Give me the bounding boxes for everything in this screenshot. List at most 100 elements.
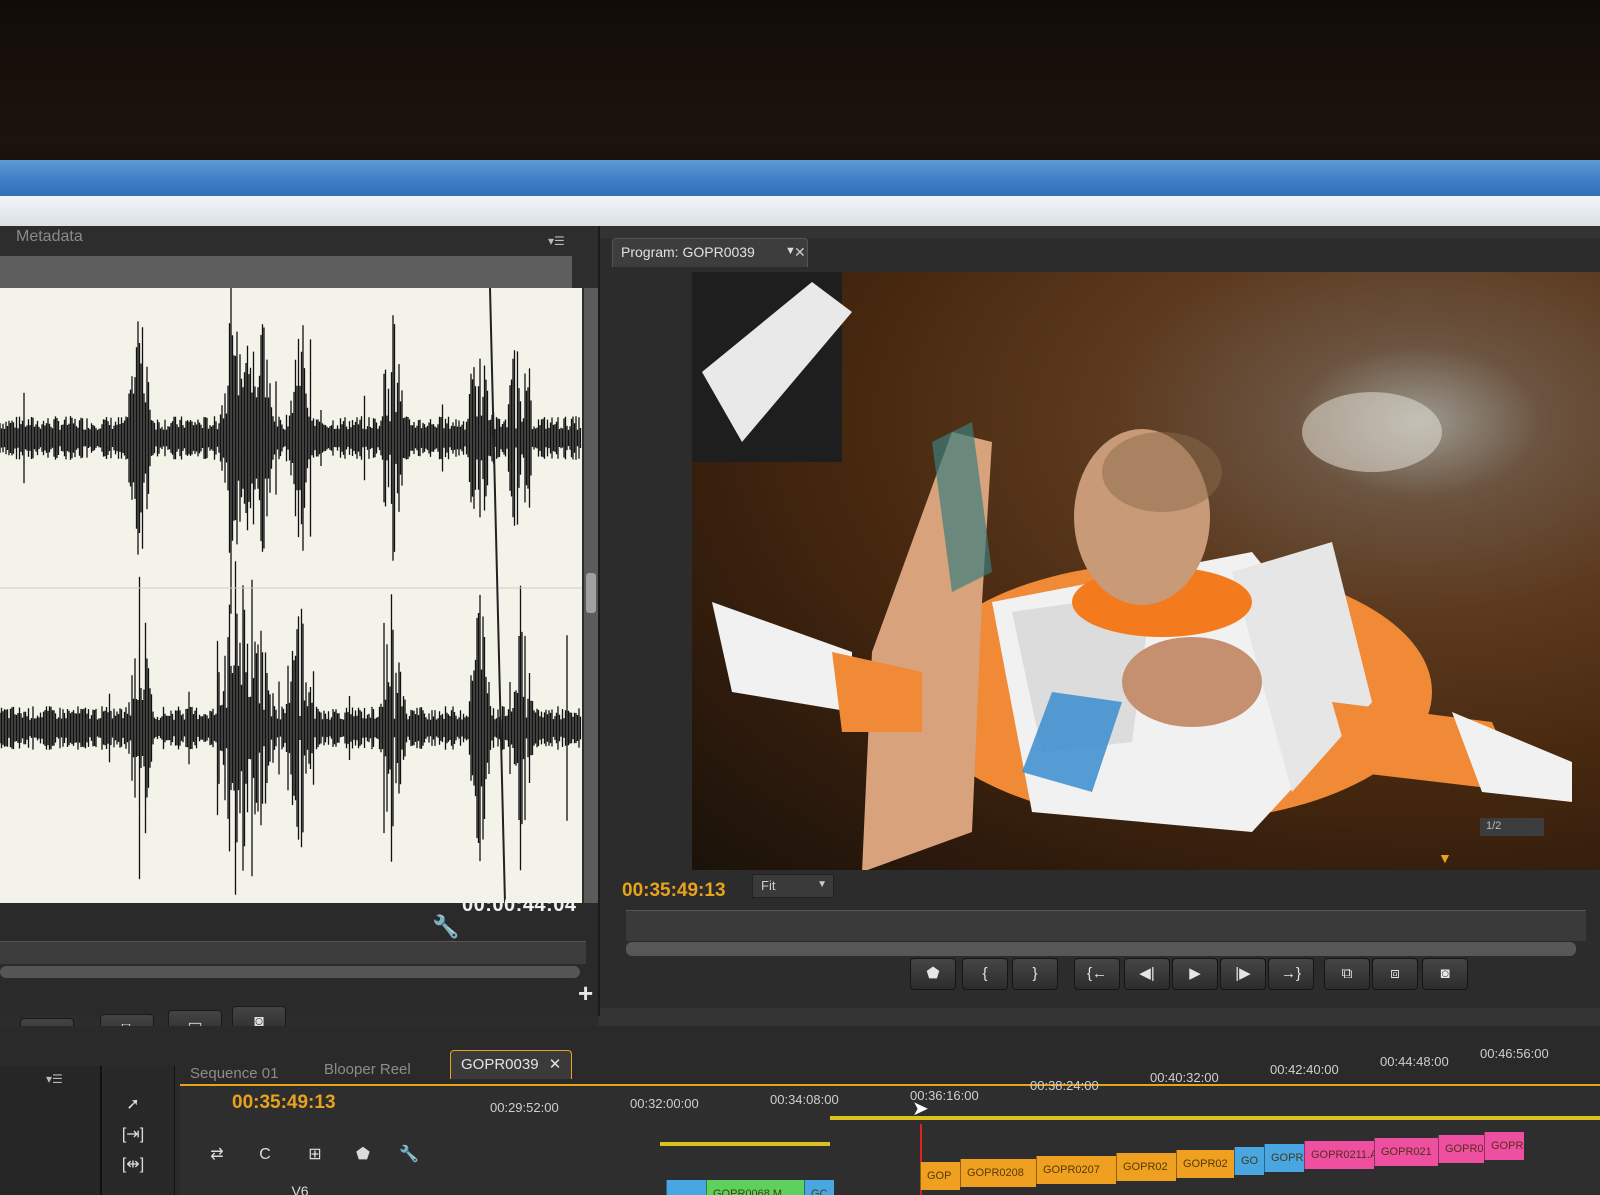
- go-to-out-button[interactable]: →}: [1268, 958, 1314, 990]
- play-icon[interactable]: ▶: [1172, 958, 1218, 990]
- step-forward-icon[interactable]: |▶: [1220, 958, 1266, 990]
- premiere-workspace: Metadata ▾☰ 🔧 00:00:44:04 + →| ⧉ ▭ ◙ Pro: [0, 226, 1600, 1195]
- timeline-clip[interactable]: GOPR021: [1374, 1138, 1438, 1166]
- program-tab-label: Program: GOPR0039: [621, 244, 755, 260]
- source-timecode[interactable]: 00:00:44:04: [462, 894, 576, 917]
- mark-out-button[interactable]: }: [1012, 958, 1058, 990]
- timeline-clip[interactable]: GOPR0068.M: [706, 1180, 804, 1195]
- timeline-clip[interactable]: GOPR02: [1176, 1150, 1234, 1178]
- resolution-label: 1/2: [1486, 820, 1502, 832]
- project-panel: ▾☰: [0, 1066, 102, 1195]
- timeline-clip[interactable]: GOPR0211.A: [1304, 1141, 1374, 1169]
- wrench-icon[interactable]: 🔧: [394, 1142, 424, 1168]
- step-back-icon[interactable]: ◀|: [1124, 958, 1170, 990]
- vertical-scrollbar[interactable]: [584, 288, 598, 903]
- timeline-clip[interactable]: GOPR: [1484, 1132, 1524, 1160]
- clip-label: GOPR0068.M: [713, 1188, 783, 1195]
- close-icon[interactable]: ✕: [794, 244, 806, 261]
- program-timecode[interactable]: 00:35:49:13: [622, 880, 726, 902]
- arrow-cursor-icon[interactable]: ➚: [116, 1092, 150, 1118]
- scroll-thumb[interactable]: [586, 573, 596, 613]
- marker-icon[interactable]: ⬟: [910, 958, 956, 990]
- video-frame: [692, 272, 1600, 870]
- timeline-timecode[interactable]: 00:35:49:13: [232, 1092, 336, 1114]
- clip-label: GOPR0207: [1043, 1164, 1100, 1176]
- timeline-body: 00:35:49:13 ⇄ C ⊞ ⬟ 🔧 V6 00:29:52:00 00:…: [180, 1046, 1600, 1195]
- waveform-channel: [0, 561, 582, 895]
- program-time-ruler[interactable]: [626, 910, 1586, 941]
- panel-menu-icon[interactable]: ▾☰: [46, 1072, 63, 1086]
- ruler-label: 00:29:52:00: [490, 1100, 559, 1115]
- track-label-v6[interactable]: V6: [280, 1178, 320, 1195]
- source-time-ruler[interactable]: [0, 941, 586, 964]
- timeline-clip[interactable]: GC: [804, 1180, 834, 1195]
- wrench-icon[interactable]: 🔧: [432, 914, 459, 940]
- clip-label: GOPR0208: [967, 1167, 1024, 1179]
- ruler-label: 00:44:48:00: [1380, 1054, 1449, 1069]
- panel-menu-icon[interactable]: ▾☰: [548, 234, 565, 248]
- clip-label: GOPR: [1491, 1140, 1524, 1152]
- chevron-down-icon: ▼: [817, 879, 827, 890]
- work-area-bar[interactable]: [660, 1142, 830, 1146]
- zoom-label: Fit: [761, 878, 776, 893]
- audio-waveform[interactable]: [0, 288, 582, 903]
- camera-icon[interactable]: ◙: [1422, 958, 1468, 990]
- waveform-header: [0, 256, 572, 289]
- source-panel: Metadata ▾☰ 🔧 00:00:44:04 + →| ⧉ ▭ ◙: [0, 226, 600, 1056]
- lift-button[interactable]: ⧉: [1324, 958, 1370, 990]
- program-monitor: Program: GOPR0039 ▼ ✕ 1/2 ▼ 00:35:49:13 …: [600, 238, 1600, 1008]
- zoom-select[interactable]: Fit ▼: [752, 874, 834, 898]
- clip-label: GO: [1241, 1155, 1259, 1167]
- snap-button[interactable]: ⇄: [202, 1142, 232, 1168]
- mark-in-button[interactable]: {: [962, 958, 1008, 990]
- clip-label: GOPR021: [1381, 1146, 1432, 1158]
- photo-of-monitor: Metadata ▾☰ 🔧 00:00:44:04 + →| ⧉ ▭ ◙ Pro: [0, 0, 1600, 1195]
- timeline-panel: ▾☰ ➚ [⇥] [⇹] Sequence 01 Blooper Reel GO…: [0, 1026, 1600, 1195]
- ripple-edit-tool[interactable]: [⇹]: [116, 1152, 150, 1178]
- tools-panel: ➚ [⇥] [⇹]: [104, 1066, 175, 1195]
- ruler-label: 00:38:24:00: [1030, 1078, 1099, 1093]
- tab-gopr0039-label: GOPR0039: [461, 1056, 539, 1073]
- clip-label: GOPR02: [1123, 1161, 1168, 1173]
- go-to-in-button[interactable]: {←: [1074, 958, 1120, 990]
- clip-label: GOPR0211.A: [1311, 1149, 1374, 1161]
- playhead-marker-icon[interactable]: ▼: [1438, 850, 1452, 866]
- source-zoom-scrollbar[interactable]: [0, 966, 580, 978]
- ruler-label: 00:46:56:00: [1480, 1046, 1549, 1061]
- tab-blooper-reel[interactable]: Blooper Reel: [314, 1056, 421, 1084]
- source-playhead[interactable]: [489, 288, 506, 903]
- timeline-clip[interactable]: GOPR0207: [1036, 1156, 1116, 1184]
- clip-label: GOPR0: [1445, 1143, 1484, 1155]
- video-frame-graphic: [692, 272, 1572, 870]
- ruler-label: 00:32:00:00: [630, 1096, 699, 1111]
- link-button[interactable]: C: [250, 1142, 280, 1168]
- marker-icon[interactable]: ⬟: [348, 1142, 378, 1168]
- ruler-label: 00:42:40:00: [1270, 1062, 1339, 1077]
- tab-gopr0039[interactable]: GOPR0039 ✕: [450, 1050, 573, 1079]
- ruler-label: 00:34:08:00: [770, 1092, 839, 1107]
- clip-label: GOPR02: [1183, 1158, 1228, 1170]
- mouse-pointer-icon: ➤: [912, 1098, 929, 1120]
- timeline-clip[interactable]: GOPR0208: [960, 1159, 1036, 1187]
- timeline-clip[interactable]: GOPR02: [1116, 1153, 1176, 1181]
- ruler-label: 00:40:32:00: [1150, 1070, 1219, 1085]
- timeline-clip[interactable]: [666, 1180, 706, 1195]
- plus-icon[interactable]: +: [578, 978, 593, 1009]
- program-zoom-scrollbar[interactable]: [626, 942, 1576, 956]
- tab-metadata[interactable]: Metadata: [16, 228, 83, 246]
- extract-button[interactable]: ⧈: [1372, 958, 1418, 990]
- clip-label: GC: [811, 1188, 828, 1195]
- tab-program[interactable]: Program: GOPR0039 ▼: [612, 238, 808, 267]
- waveform-graphic: [0, 288, 582, 903]
- resolution-select[interactable]: 1/2: [1480, 818, 1544, 836]
- close-icon[interactable]: ✕: [549, 1056, 562, 1073]
- menu-strip: [0, 196, 1600, 230]
- track-select-tool[interactable]: [⇥]: [116, 1122, 150, 1148]
- work-area-bar[interactable]: [830, 1116, 1600, 1120]
- add-marker-button[interactable]: ⊞: [300, 1142, 330, 1168]
- timeline-clip[interactable]: GOP: [920, 1162, 960, 1190]
- timeline-clip[interactable]: GO: [1234, 1147, 1264, 1175]
- clip-label: GOPR: [1271, 1152, 1304, 1164]
- timeline-clip[interactable]: GOPR: [1264, 1144, 1304, 1172]
- timeline-clip[interactable]: GOPR0: [1438, 1135, 1484, 1163]
